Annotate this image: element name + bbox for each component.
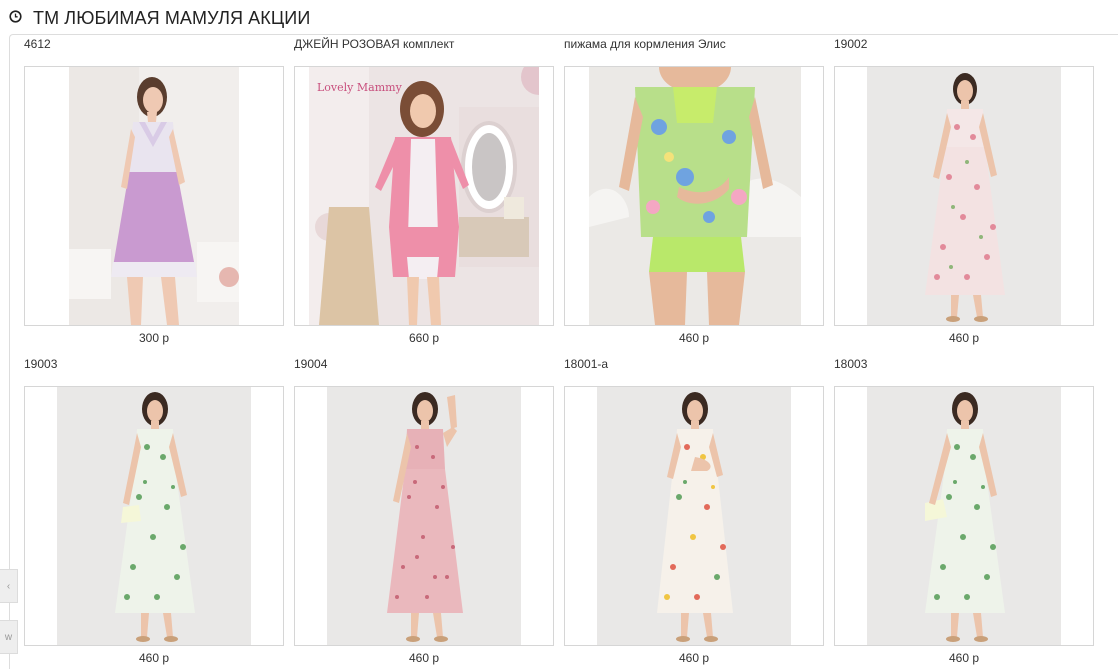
product-photo-green-floral-sundress[interactable] — [867, 387, 1061, 645]
product-image-frame[interactable]: Lovely Mammy — [294, 66, 554, 326]
product-photo-pink-floral-sundress[interactable] — [867, 67, 1061, 325]
product-price: 460 р — [138, 651, 170, 665]
product-photo-pink-print-sundress[interactable] — [327, 387, 521, 645]
section-header: ТМ ЛЮБИМАЯ МАМУЛЯ АКЦИИ — [0, 0, 1118, 34]
product-image-frame[interactable] — [24, 66, 284, 326]
product-photo-green-floral-sundress[interactable] — [57, 387, 251, 645]
arrow-icon: ‹ — [6, 580, 11, 592]
product-photo-green-floral-pajama[interactable] — [589, 67, 801, 325]
product-name[interactable]: 19002 — [834, 37, 867, 51]
product-image-frame[interactable] — [564, 386, 824, 646]
side-tab-arrow[interactable]: ‹ — [0, 569, 18, 603]
svg-text:Lovely Mammy: Lovely Mammy — [317, 81, 403, 94]
product-image-frame[interactable] — [834, 66, 1094, 326]
product-name[interactable]: ДЖЕЙН РОЗОВАЯ комплект — [294, 37, 454, 51]
product-image-frame[interactable] — [294, 386, 554, 646]
product-image-frame[interactable] — [24, 386, 284, 646]
product-name[interactable]: 18003 — [834, 357, 867, 371]
product-image-frame[interactable] — [564, 66, 824, 326]
product-name[interactable]: 18001-а — [564, 357, 608, 371]
product-name[interactable]: 19004 — [294, 357, 327, 371]
product-image-frame[interactable] — [834, 386, 1094, 646]
product-photo-lilac-nightgown[interactable] — [69, 67, 239, 325]
page: ТМ ЛЮБИМАЯ МАМУЛЯ АКЦИИ ‹ w 4612 300 р Д… — [0, 0, 1118, 669]
product-price: 660 р — [408, 331, 440, 345]
product-price: 460 р — [408, 651, 440, 665]
side-tab-w[interactable]: w — [0, 620, 18, 654]
product-price: 460 р — [678, 331, 710, 345]
product-name[interactable]: пижама для кормления Элис — [564, 37, 726, 51]
product-photo-multicolor-floral-sundress[interactable] — [597, 387, 791, 645]
page-title: ТМ ЛЮБИМАЯ МАМУЛЯ АКЦИИ — [33, 8, 311, 28]
clock-icon[interactable] — [9, 10, 22, 23]
product-price: 460 р — [948, 651, 980, 665]
product-price: 300 р — [138, 331, 170, 345]
product-price: 460 р — [948, 331, 980, 345]
letter-w-icon: w — [4, 631, 13, 643]
product-price: 460 р — [678, 651, 710, 665]
product-name[interactable]: 19003 — [24, 357, 57, 371]
product-photo-pink-robe-set[interactable]: Lovely Mammy — [309, 67, 539, 325]
product-name[interactable]: 4612 — [24, 37, 51, 51]
